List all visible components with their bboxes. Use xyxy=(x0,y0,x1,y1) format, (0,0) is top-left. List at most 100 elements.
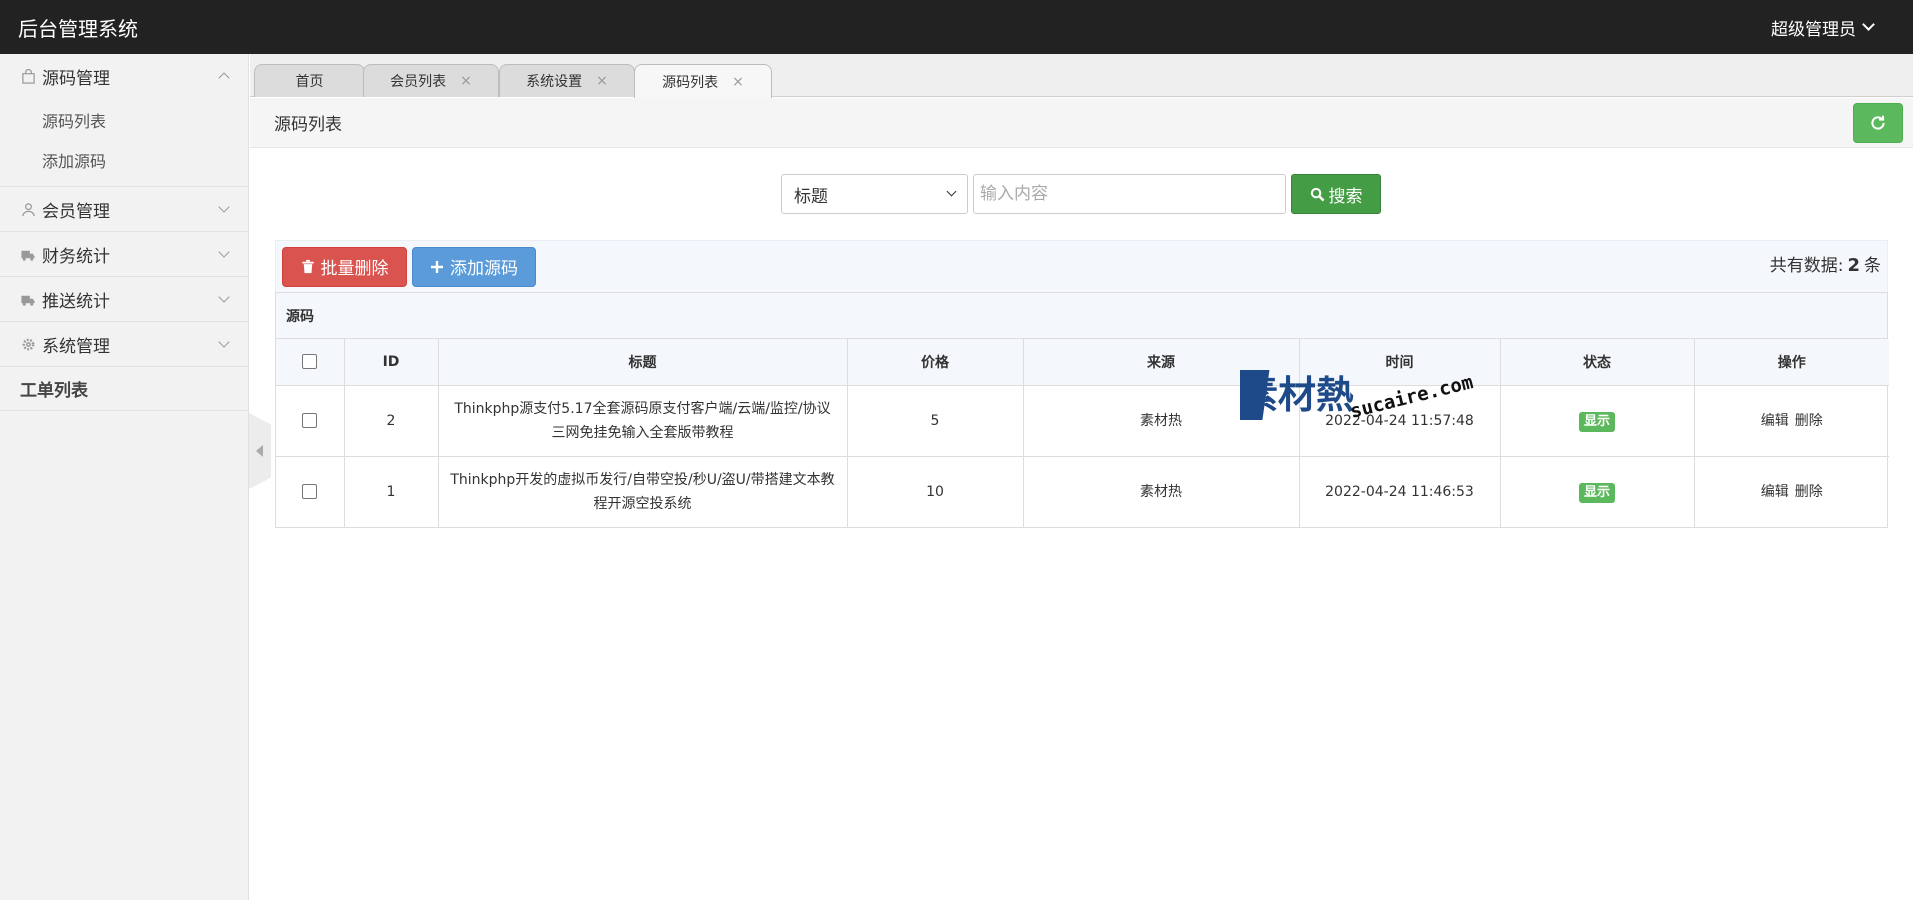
sidebar-submenu: 源码列表 添加源码 xyxy=(0,98,248,186)
tab-label: 首页 xyxy=(295,74,324,90)
add-source-label: 添加源码 xyxy=(450,259,518,279)
row-checkbox[interactable] xyxy=(302,413,318,428)
sidebar-item-system-management[interactable]: 系统管理 xyxy=(0,322,248,366)
cell-title: Thinkphp开发的虚拟币发行/自带空投/秒U/盗U/带搭建文本教程开源空投系… xyxy=(438,456,848,527)
user-menu[interactable]: 超级管理员 xyxy=(1771,15,1913,40)
search-icon xyxy=(1310,187,1324,201)
truck-icon xyxy=(20,291,36,307)
total-count: 共有数据: 2 条 xyxy=(1770,251,1881,276)
sidebar-item-label: 系统管理 xyxy=(42,336,110,357)
tab-home[interactable]: 首页 xyxy=(254,64,365,97)
user-icon xyxy=(20,201,36,217)
cell-price: 10 xyxy=(847,456,1024,527)
row-select-cell xyxy=(276,456,345,527)
panel-caption: 源码 xyxy=(276,293,1887,339)
search-field-value: 标题 xyxy=(794,186,828,207)
search-input[interactable] xyxy=(973,174,1286,214)
top-navbar: 后台管理系统 超级管理员 xyxy=(0,0,1913,54)
sidebar-group-source: 源码管理 源码列表 添加源码 xyxy=(0,54,248,187)
sidebar-group-system: 系统管理 xyxy=(0,322,248,367)
select-all-checkbox[interactable] xyxy=(302,354,318,370)
tab-label: 系统设置 xyxy=(526,74,583,90)
sidebar-item-ticket-list[interactable]: 工单列表 xyxy=(0,367,248,411)
batch-delete-button[interactable]: 批量删除 xyxy=(282,246,407,287)
chevron-down-icon xyxy=(218,335,230,348)
column-header[interactable]: 时间 xyxy=(1299,339,1501,386)
row-select-cell xyxy=(276,385,345,457)
app-title: 后台管理系统 xyxy=(18,16,138,41)
tab-member-list[interactable]: 会员列表 × xyxy=(363,64,499,97)
table-row: 1 Thinkphp开发的虚拟币发行/自带空投/秒U/盗U/带搭建文本教程开源空… xyxy=(276,456,1889,527)
cell-price: 5 xyxy=(847,385,1024,457)
total-suffix: 条 xyxy=(1864,256,1881,276)
page-header: 源码列表 xyxy=(250,98,1913,148)
delete-link[interactable]: 删除 xyxy=(1795,413,1823,429)
search-bar: 标题 搜索 xyxy=(781,174,1381,214)
table-row: 2 Thinkphp源支付5.17全套源码原支付客户端/云端/监控/协议三网免挂… xyxy=(276,385,1889,457)
sidebar-group-push: 推送统计 xyxy=(0,277,248,322)
sidebar-item-member-management[interactable]: 会员管理 xyxy=(0,187,248,231)
cell-source: 素材热 xyxy=(1023,385,1300,457)
tab-bar: 首页 会员列表 × 系统设置 × 源码列表 × xyxy=(250,54,1913,98)
sidebar-item-label: 财务统计 xyxy=(42,246,110,267)
chevron-down-icon xyxy=(946,186,957,197)
table-header-row: ID 标题 价格 来源 时间 状态 操作 xyxy=(276,339,1889,386)
sidebar-item-label: 会员管理 xyxy=(42,201,110,222)
sidebar-collapse-handle[interactable] xyxy=(249,413,271,489)
edit-link[interactable]: 编辑 xyxy=(1761,484,1789,500)
user-name: 超级管理员 xyxy=(1771,19,1856,40)
tab-source-list[interactable]: 源码列表 × xyxy=(634,64,772,98)
cell-id: 1 xyxy=(344,456,439,527)
cell-actions: 编辑 删除 xyxy=(1694,385,1889,457)
close-icon[interactable]: × xyxy=(732,74,744,90)
column-header[interactable]: 状态 xyxy=(1500,339,1695,386)
trash-icon xyxy=(301,259,314,274)
sidebar-item-source-management[interactable]: 源码管理 xyxy=(0,54,248,98)
bag-icon xyxy=(20,68,36,84)
sidebar-subitem-add-source[interactable]: 添加源码 xyxy=(0,142,248,182)
cell-status: 显示 xyxy=(1500,385,1695,457)
search-button-label: 搜索 xyxy=(1328,186,1363,207)
source-table-panel: 源码 ID 标题 价格 来源 时间 状态 操作 2 Thinkphp源支付5.1… xyxy=(275,292,1889,528)
status-badge: 显示 xyxy=(1578,411,1615,432)
source-table: ID 标题 价格 来源 时间 状态 操作 2 Thinkphp源支付5.17全套… xyxy=(276,339,1889,527)
select-all-cell xyxy=(276,339,345,386)
page-title: 源码列表 xyxy=(274,115,342,135)
sidebar-item-finance-stats[interactable]: 财务统计 xyxy=(0,232,248,276)
chevron-down-icon xyxy=(218,290,230,303)
column-header[interactable]: 价格 xyxy=(847,339,1024,386)
total-number: 2 xyxy=(1847,255,1860,276)
column-header[interactable]: 来源 xyxy=(1023,339,1300,386)
table-toolbar: 批量删除 添加源码 共有数据: 2 条 xyxy=(275,240,1888,292)
close-icon[interactable]: × xyxy=(460,73,472,89)
search-button[interactable]: 搜索 xyxy=(1291,174,1381,214)
column-header[interactable]: 标题 xyxy=(438,339,848,386)
status-badge: 显示 xyxy=(1578,482,1615,503)
cell-time: 2022-04-24 11:46:53 xyxy=(1299,456,1501,527)
cell-time: 2022-04-24 11:57:48 xyxy=(1299,385,1501,457)
close-icon[interactable]: × xyxy=(596,73,608,89)
chevron-down-icon xyxy=(218,200,230,213)
edit-link[interactable]: 编辑 xyxy=(1761,413,1789,429)
sidebar-group-members: 会员管理 xyxy=(0,187,248,232)
column-header[interactable]: ID xyxy=(344,339,439,386)
chevron-down-icon xyxy=(1862,18,1875,31)
sidebar-subitem-source-list[interactable]: 源码列表 xyxy=(0,102,248,142)
truck-icon xyxy=(20,246,36,262)
plus-icon xyxy=(431,260,443,273)
add-source-button[interactable]: 添加源码 xyxy=(412,246,536,287)
total-prefix: 共有数据: xyxy=(1769,256,1844,276)
row-checkbox[interactable] xyxy=(302,484,318,500)
refresh-button[interactable] xyxy=(1853,102,1903,143)
search-field-select[interactable]: 标题 xyxy=(781,174,968,214)
sidebar-group-finance: 财务统计 xyxy=(0,232,248,277)
refresh-icon xyxy=(1871,115,1885,130)
column-header[interactable]: 操作 xyxy=(1694,339,1889,386)
batch-delete-label: 批量删除 xyxy=(320,259,389,279)
delete-link[interactable]: 删除 xyxy=(1795,484,1823,500)
tab-system-settings[interactable]: 系统设置 × xyxy=(499,64,635,97)
tab-label: 源码列表 xyxy=(662,74,719,91)
sidebar-item-push-stats[interactable]: 推送统计 xyxy=(0,277,248,321)
cell-actions: 编辑 删除 xyxy=(1694,456,1889,527)
cell-title: Thinkphp源支付5.17全套源码原支付客户端/云端/监控/协议三网免挂免输… xyxy=(438,385,848,457)
